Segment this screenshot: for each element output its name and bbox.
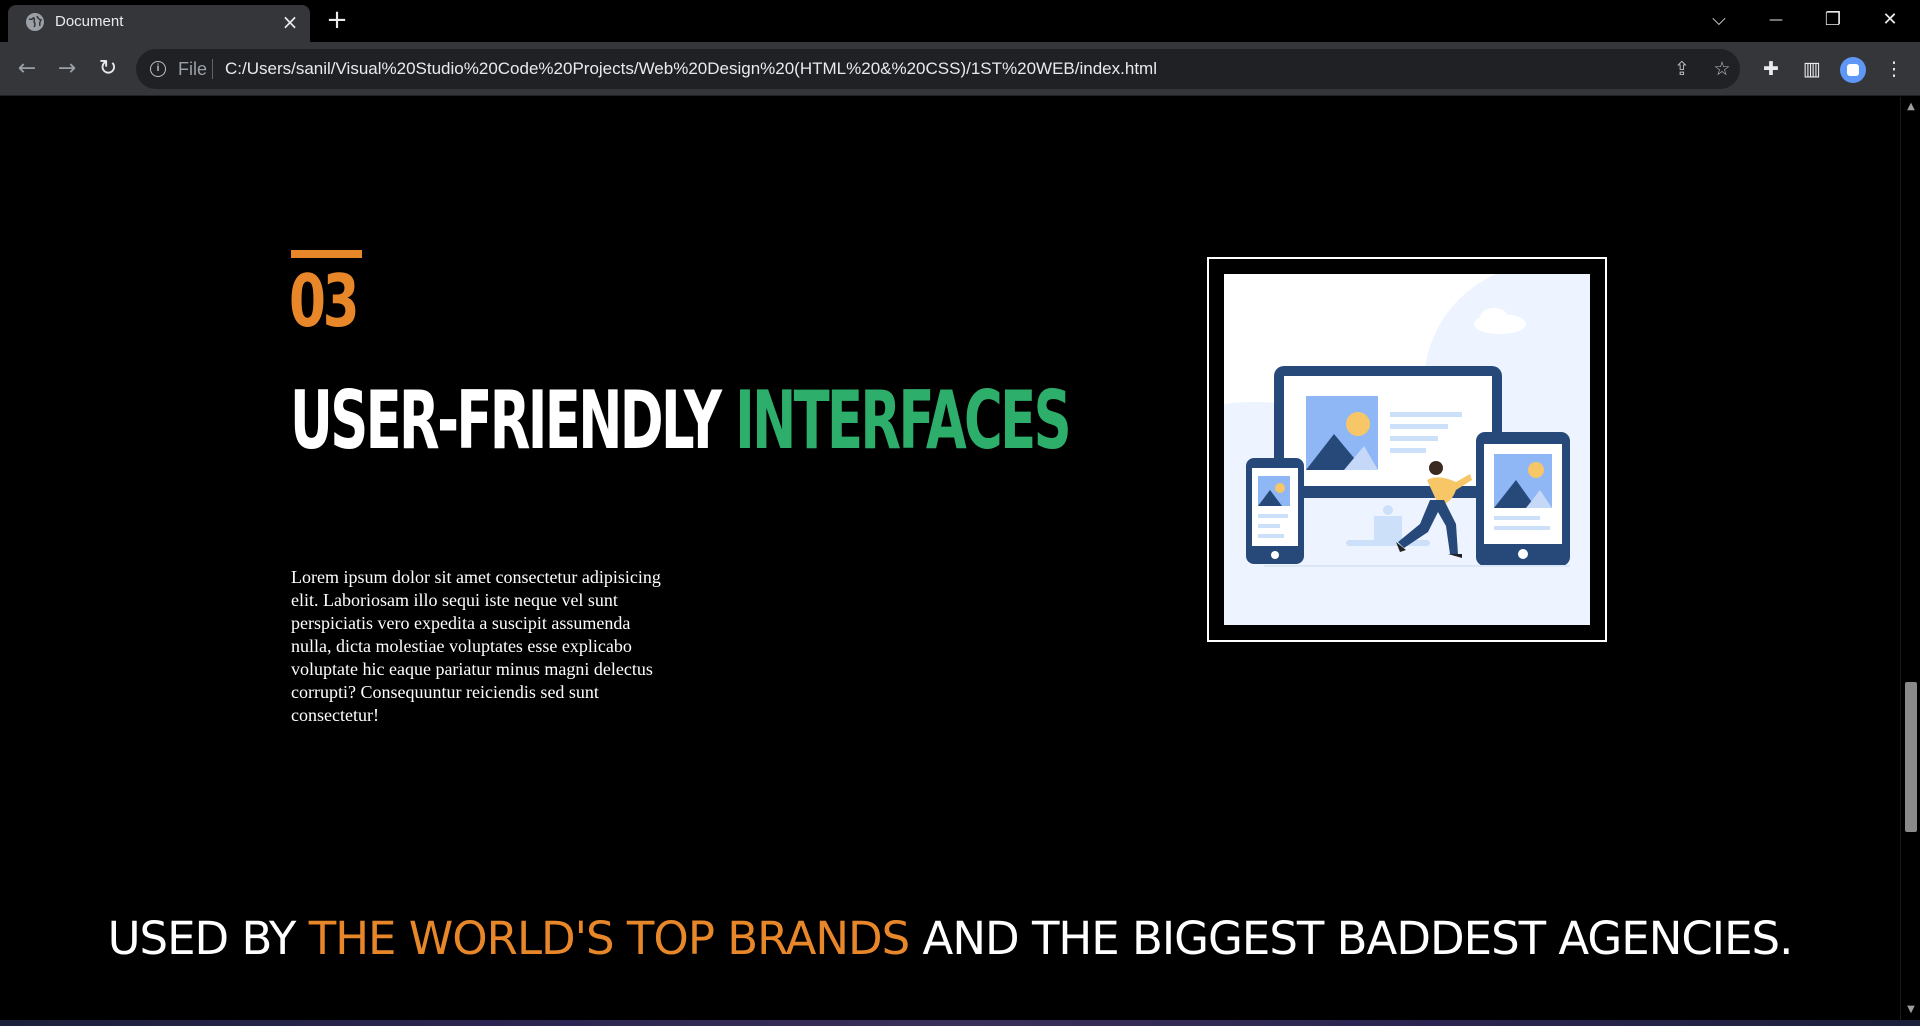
- reload-button[interactable]: ↻: [92, 53, 124, 85]
- bookmark-star-icon[interactable]: ☆: [1711, 58, 1733, 80]
- minimize-button[interactable]: —: [1756, 4, 1796, 36]
- illustration-frame: [1207, 257, 1607, 642]
- brands-tagline: USED BY THE WORLD'S TOP BRANDS AND THE B…: [0, 912, 1900, 966]
- extensions-icon[interactable]: ✚: [1759, 57, 1783, 81]
- share-icon[interactable]: ⇪: [1671, 58, 1693, 80]
- browser-toolbar: ← → ↻ i File C:/Users/sanil/Visual%20Stu…: [0, 42, 1920, 96]
- scrollbar-thumb[interactable]: [1905, 682, 1917, 832]
- brands-text-part2: AND THE BIGGEST BADDEST AGENCIES.: [909, 912, 1794, 965]
- address-url[interactable]: C:/Users/sanil/Visual%20Studio%20Code%20…: [225, 59, 1157, 79]
- side-panel-icon[interactable]: ▥: [1800, 57, 1824, 81]
- responsive-devices-illustration: [1224, 274, 1590, 625]
- close-window-button[interactable]: ✕: [1870, 4, 1910, 36]
- globe-icon: [26, 13, 44, 31]
- restore-button[interactable]: ❐: [1813, 4, 1853, 36]
- menu-icon[interactable]: ⋮: [1882, 57, 1906, 81]
- address-scheme-label: File: [178, 59, 208, 79]
- brands-text-part1: USED BY: [107, 912, 309, 965]
- address-bar[interactable]: i File C:/Users/sanil/Visual%20Studio%20…: [136, 49, 1740, 89]
- tab-title: Document: [55, 13, 124, 30]
- section-headline: USER-FRIENDLY INTERFACES: [290, 374, 1072, 467]
- headline-white-text: USER-FRIENDLY: [290, 374, 722, 467]
- new-tab-button[interactable]: +: [323, 6, 351, 34]
- section-number: 03: [289, 259, 360, 343]
- back-button[interactable]: ←: [11, 53, 43, 85]
- brands-highlight: THE WORLD'S TOP BRANDS: [308, 912, 911, 965]
- profile-avatar[interactable]: [1840, 57, 1866, 83]
- headline-green-text: INTERFACES: [735, 374, 1072, 467]
- page-scrollbar[interactable]: ▲ ▼: [1900, 97, 1920, 1020]
- scroll-down-arrow-icon[interactable]: ▼: [1906, 1005, 1916, 1015]
- browser-tab[interactable]: Document ×: [8, 5, 310, 42]
- section-body-text: Lorem ipsum dolor sit amet consectetur a…: [291, 567, 661, 725]
- taskbar-edge: [0, 1020, 1920, 1026]
- tab-close-icon[interactable]: ×: [279, 11, 301, 33]
- tab-search-chevron-icon[interactable]: ⌵: [1699, 4, 1739, 36]
- site-info-icon[interactable]: i: [150, 61, 166, 77]
- section-accent-bar: [291, 250, 362, 258]
- browser-tab-bar: Document × + ⌵ — ❐ ✕: [0, 0, 1920, 42]
- scroll-up-arrow-icon[interactable]: ▲: [1906, 102, 1916, 112]
- address-divider: [212, 59, 213, 79]
- forward-button[interactable]: →: [51, 53, 83, 85]
- page-viewport: 03 USER-FRIENDLY INTERFACES Lorem ipsum …: [0, 97, 1900, 1020]
